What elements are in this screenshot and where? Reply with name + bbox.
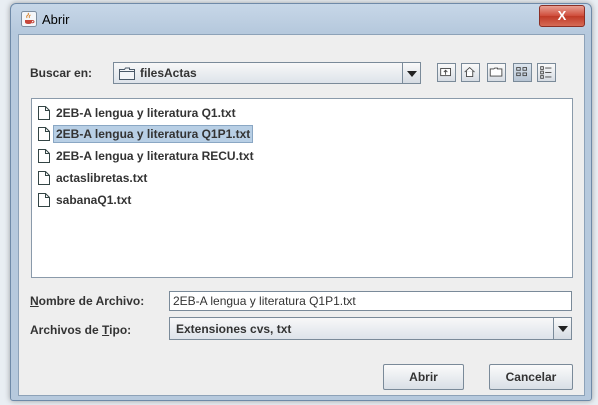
filetype-label-text: Archivos de	[30, 323, 103, 337]
title-bar[interactable]: Abrir X	[11, 4, 591, 34]
filename-label-text: ombre de Archivo:	[38, 294, 145, 308]
new-folder-icon	[489, 67, 503, 77]
list-view-button[interactable]	[513, 63, 532, 82]
home-button[interactable]	[461, 63, 480, 82]
new-folder-button[interactable]	[487, 63, 506, 82]
open-dialog: Abrir X Buscar en: filesActas 2EB-A leng…	[10, 3, 592, 401]
filename-mnemonic: N	[30, 294, 39, 308]
details-view-button[interactable]	[537, 63, 556, 82]
filetype-label: Archivos de Tipo:	[30, 323, 131, 337]
file-name: actaslibretas.txt	[56, 171, 148, 185]
file-icon	[38, 106, 50, 120]
folder-icon	[119, 67, 135, 80]
file-item[interactable]: 2EB-A lengua y literatura Q1.txt	[38, 104, 239, 122]
file-item[interactable]: actaslibretas.txt	[38, 169, 150, 187]
file-item-selected[interactable]: 2EB-A lengua y literatura Q1P1.txt	[38, 125, 254, 143]
home-icon	[464, 66, 475, 77]
file-icon	[38, 171, 50, 185]
file-item[interactable]: sabanaQ1.txt	[38, 191, 134, 209]
file-icon	[38, 193, 50, 207]
filename-label: Nombre de Archivo:	[30, 294, 144, 308]
filename-input[interactable]: 2EB-A lengua y literatura Q1P1.txt	[169, 291, 572, 311]
java-cup-icon	[21, 11, 37, 27]
chevron-down-icon[interactable]	[402, 63, 420, 83]
file-name: 2EB-A lengua y literatura Q1.txt	[56, 106, 236, 120]
cancel-button[interactable]: Cancelar	[489, 364, 573, 390]
filetype-label-text-2: ipo:	[109, 323, 132, 337]
dialog-content: Buscar en: filesActas 2EB-A lengua y lit…	[18, 34, 585, 396]
chevron-down-icon[interactable]	[553, 318, 571, 339]
file-name: sabanaQ1.txt	[56, 193, 132, 207]
look-in-value: filesActas	[140, 66, 197, 80]
file-name: 2EB-A lengua y literatura Q1P1.txt	[53, 125, 254, 143]
file-icon	[38, 149, 50, 163]
look-in-label: Buscar en:	[30, 66, 93, 80]
close-button[interactable]: X	[539, 5, 585, 27]
up-one-level-icon	[440, 68, 451, 77]
list-view-icon	[516, 67, 527, 77]
details-view-icon	[540, 66, 552, 79]
filetype-value: Extensiones cvs, txt	[176, 322, 292, 336]
open-button[interactable]: Abrir	[383, 364, 464, 390]
up-one-level-button[interactable]	[437, 63, 456, 82]
file-item[interactable]: 2EB-A lengua y literatura RECU.txt	[38, 147, 257, 165]
filetype-combo[interactable]: Extensiones cvs, txt	[169, 317, 572, 340]
file-list[interactable]: 2EB-A lengua y literatura Q1.txt 2EB-A l…	[31, 98, 573, 278]
look-in-combo[interactable]: filesActas	[113, 62, 421, 84]
file-icon	[38, 127, 50, 141]
file-name: 2EB-A lengua y literatura RECU.txt	[56, 149, 254, 163]
window-title: Abrir	[42, 12, 70, 27]
